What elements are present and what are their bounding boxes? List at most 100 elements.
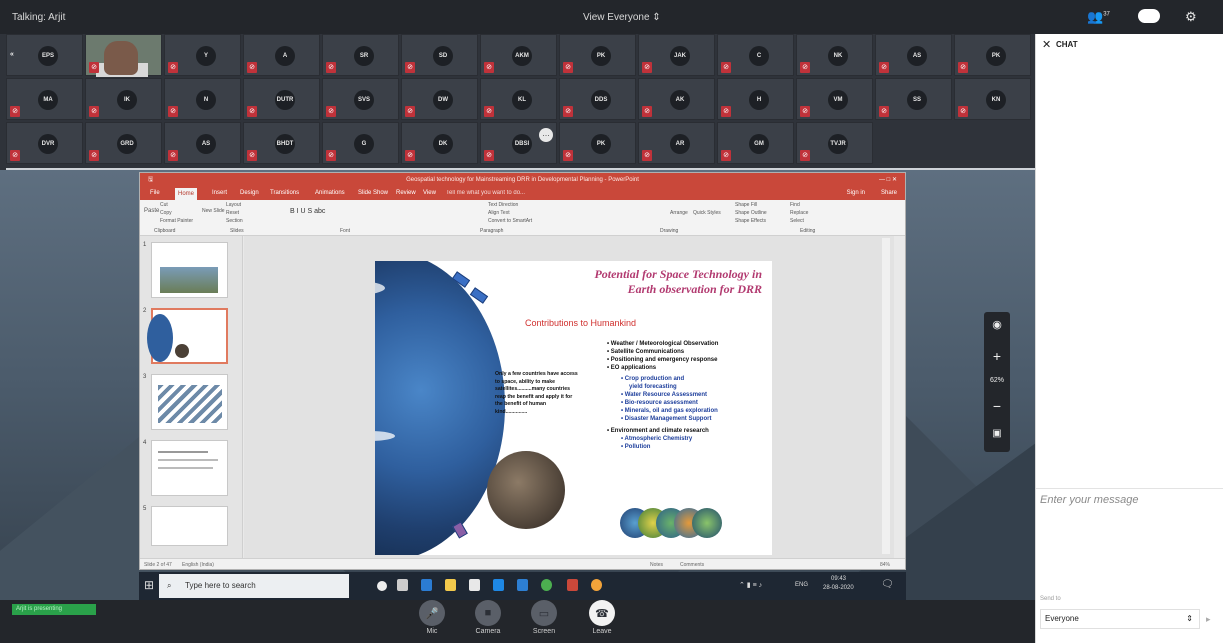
chat-toggle-icon[interactable] <box>1138 9 1160 23</box>
replace-button[interactable]: Replace <box>790 210 808 216</box>
participant-tile[interactable]: DK ⊘ <box>401 122 478 164</box>
participant-tile[interactable]: KN ⊘ <box>954 78 1031 120</box>
comments-button[interactable]: Comments <box>680 562 704 568</box>
slide-thumbnail[interactable] <box>151 374 228 430</box>
windows-start-icon[interactable]: ⊞ <box>144 578 154 592</box>
arrange-button[interactable]: Arrange <box>670 210 688 216</box>
participant-tile[interactable]: AK ⊘ <box>638 78 715 120</box>
camera-button[interactable]: ■ Camera <box>468 600 508 635</box>
participant-tile[interactable]: DVR ⊘ <box>6 122 83 164</box>
reset-button[interactable]: Reset <box>226 210 239 216</box>
participant-tile[interactable]: G ⊘ <box>322 122 399 164</box>
shape-outline-button[interactable]: Shape Outline <box>735 210 767 216</box>
participant-tile[interactable]: PK ⊘ <box>559 122 636 164</box>
participant-tile[interactable]: SS ⊘ <box>875 78 952 120</box>
text-direction-button[interactable]: Text Direction <box>488 202 518 208</box>
participant-tile[interactable]: IK ⊘ <box>85 78 162 120</box>
file-explorer-icon[interactable] <box>445 579 456 591</box>
slide-thumbnail[interactable] <box>151 440 228 496</box>
ppt-save-icon[interactable]: 🖫 <box>148 173 153 188</box>
edge-icon[interactable] <box>421 579 432 591</box>
tab-file[interactable]: File <box>150 190 160 196</box>
chat-message-input[interactable]: Enter your message <box>1036 488 1223 588</box>
slide-thumbnail[interactable] <box>151 242 228 298</box>
participant-tile[interactable]: MA ⊘ <box>6 78 83 120</box>
slide-scrollbar[interactable] <box>882 238 890 554</box>
participant-tile[interactable]: AKM ⊘ <box>480 34 557 76</box>
ppt-zoom-level[interactable]: 84% <box>880 562 890 568</box>
cut-button[interactable]: Cut <box>160 202 168 208</box>
tab-insert[interactable]: Insert <box>212 190 227 196</box>
slide-thumbnail-selected[interactable] <box>147 308 228 364</box>
participant-tile[interactable]: VM ⊘ <box>796 78 873 120</box>
participant-tile[interactable]: AR ⊘ <box>638 122 715 164</box>
notification-icon[interactable]: 🗨 <box>881 579 894 590</box>
participant-tile[interactable]: JAK ⊘ <box>638 34 715 76</box>
zoom-in-button[interactable]: + <box>984 348 1010 364</box>
participant-tile[interactable]: PK ⊘ <box>954 34 1031 76</box>
shape-fill-button[interactable]: Shape Fill <box>735 202 757 208</box>
chrome-icon[interactable] <box>541 579 552 591</box>
send-icon[interactable]: ▸ <box>1206 614 1211 625</box>
participant-tile[interactable]: Y ⊘ <box>164 34 241 76</box>
participant-tile[interactable]: SD ⊘ <box>401 34 478 76</box>
previous-page-icon[interactable]: « <box>10 51 14 58</box>
close-icon[interactable]: ✕ <box>1042 38 1051 51</box>
layout-button[interactable]: Layout <box>226 202 241 208</box>
taskbar-search-box[interactable]: ⌕ Type here to search <box>159 574 349 598</box>
participant-tile[interactable]: BHDT ⊘ <box>243 122 320 164</box>
participant-tile[interactable]: DUTR ⊘ <box>243 78 320 120</box>
participant-tile[interactable]: H ⊘ <box>717 78 794 120</box>
notes-button[interactable]: Notes <box>650 562 663 568</box>
participant-video-tile[interactable]: ⊘ <box>85 34 162 77</box>
participant-tile[interactable]: GM ⊘ <box>717 122 794 164</box>
participant-tile[interactable]: AS ⊘ <box>164 122 241 164</box>
participant-tile[interactable]: AS ⊘ <box>875 34 952 76</box>
participant-tile[interactable]: KL ⊘ <box>480 78 557 120</box>
participant-tile[interactable]: TVJR ⊘ <box>796 122 873 164</box>
app-icon[interactable] <box>517 579 528 591</box>
settings-gear-icon[interactable]: ⚙ <box>1185 9 1197 25</box>
participant-tile[interactable]: N ⊘ <box>164 78 241 120</box>
leave-button[interactable]: ☎ Leave <box>582 600 622 635</box>
fit-screen-icon[interactable]: ▣ <box>984 428 1010 439</box>
select-button[interactable]: Select <box>790 218 804 224</box>
participant-tile[interactable]: SVS ⊘ <box>322 78 399 120</box>
section-button[interactable]: Section <box>226 218 243 224</box>
mail-icon[interactable] <box>493 579 504 591</box>
powerpoint-icon[interactable] <box>567 579 578 591</box>
participants-icon[interactable]: 👥37 <box>1087 9 1110 25</box>
find-button[interactable]: Find <box>790 202 800 208</box>
participant-tile[interactable]: PK ⊘ <box>559 34 636 76</box>
tab-view[interactable]: View <box>423 190 436 196</box>
participant-tile[interactable]: DDS ⊘ <box>559 78 636 120</box>
participant-tile[interactable]: DW ⊘ <box>401 78 478 120</box>
more-options-icon[interactable]: … <box>539 128 553 142</box>
font-controls[interactable]: B I U S abc <box>290 208 325 215</box>
participant-tile[interactable]: NK ⊘ <box>796 34 873 76</box>
tab-home[interactable]: Home <box>175 188 198 200</box>
tab-design[interactable]: Design <box>240 190 259 196</box>
zoom-out-button[interactable]: − <box>984 398 1010 414</box>
mic-button[interactable]: 🎤 Mic <box>412 600 452 635</box>
view-selector[interactable]: View Everyone ⇕ <box>583 12 661 23</box>
tab-animations[interactable]: Animations <box>315 190 345 196</box>
window-controls[interactable]: — □ ✕ <box>879 173 897 188</box>
language-indicator[interactable]: ENG <box>795 582 808 588</box>
tab-transitions[interactable]: Transitions <box>270 190 299 196</box>
cortana-icon[interactable] <box>377 581 387 591</box>
sign-in-link[interactable]: Sign in <box>847 190 865 196</box>
align-text-button[interactable]: Align Text <box>488 210 510 216</box>
share-button[interactable]: Share <box>881 190 897 196</box>
convert-smartart-button[interactable]: Convert to SmartArt <box>488 218 532 224</box>
copy-button[interactable]: Copy <box>160 210 172 216</box>
screenshot-camera-icon[interactable]: ◉ <box>984 318 1010 331</box>
new-slide-button[interactable]: New Slide <box>202 208 225 214</box>
participant-tile[interactable]: SR ⊘ <box>322 34 399 76</box>
task-view-icon[interactable] <box>397 579 408 591</box>
system-tray-icons[interactable]: ⌃ ▮ ≡ ♪ <box>739 581 762 589</box>
participant-tile[interactable]: EPS <box>6 34 83 76</box>
participant-tile[interactable]: A ⊘ <box>243 34 320 76</box>
slide-thumbnail[interactable] <box>151 506 228 546</box>
tell-me-box[interactable]: Tell me what you want to do... <box>446 190 525 196</box>
